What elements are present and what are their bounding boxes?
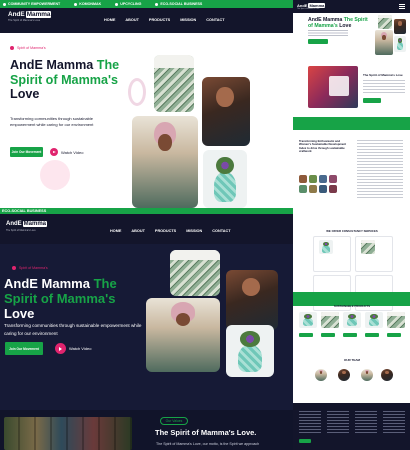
preview-navbar: AndE Mamma The Spirit of Mamma's Love [293,0,410,13]
main-navbar: AndE Mamma The Spirit of Mamma's Love HO… [0,8,293,33]
dark-logo-tagline: The Spirit of Mamma's Love [6,229,36,232]
strip-item: KOMONMAK [79,2,102,6]
preview-transform-title: Transforming Enthusiastic and Women's Su… [299,139,347,154]
mother-child-photo [202,77,250,146]
preview-products-title: SUSTAINABLE PRODUCTS [333,304,371,308]
nav-link-home[interactable]: HOME [104,18,115,22]
nav-link-mission[interactable]: MISSION [186,229,202,233]
hero-title: AndE Mamma The Spirit of Mamma's Love [10,58,120,101]
basket-photo [154,55,194,112]
watch-video-link[interactable]: Watch Video [50,148,83,156]
values-pill: Our Values [160,417,188,425]
team-avatar [381,369,393,381]
nav-link-home[interactable]: HOME [110,229,121,233]
woven-vase-photo [203,150,247,208]
hero-description: Transforming communities through sustain… [10,116,94,128]
nav-link-mission[interactable]: MISSION [180,18,196,22]
eyebrow-text: Spirit of Mamma's [17,46,46,50]
menu-icon[interactable] [399,4,405,9]
preview-hero-text [308,30,348,36]
strip-item: UPCYCLING [120,2,142,6]
screenshot-canvas: COMMUNITY EMPOWERMENT KOMONMAK UPCYCLING… [0,0,410,450]
brand-logo[interactable]: AndE Mamma The Spirit of Mamma's Love [8,11,52,22]
top-info-strip: COMMUNITY EMPOWERMENT KOMONMAK UPCYCLING… [0,0,293,8]
product-thumb[interactable] [343,312,361,328]
preview-basket-photo [378,15,392,29]
dark-basket-photo [170,250,220,296]
preview-logo[interactable]: AndE Mamma The Spirit of Mamma's Love [297,3,326,10]
dark-hero-eyebrow: Spirit of Mamma's [12,266,48,270]
logo-word-boxed: Mamma [25,11,52,18]
dark-mother-child-photo [226,270,278,330]
logo-word: AndE [8,11,25,18]
strip-item: ECO-SOCIAL BUSINESS [160,2,203,6]
values-section-photo [4,417,132,450]
preview-footer [293,403,410,450]
weaver-woman-photo [132,116,198,208]
team-avatar [338,369,350,381]
dark-watch-video-link[interactable]: Watch Video [55,343,91,354]
strip-item: COMMUNITY EMPOWERMENT [8,2,61,6]
decorative-blob [40,160,70,190]
preview-services-title: WE OFFER CONSULTANCY SERVICES [326,229,378,233]
preview-about-title: The Spirit of Mamma's Love [363,73,403,77]
preview-logo-tagline: The Spirit of Mamma's Love [297,8,320,10]
nav-link-products[interactable]: PRODUCTS [155,229,176,233]
team-avatar [361,369,373,381]
nav-link-about[interactable]: ABOUT [131,229,145,233]
preview-stats-band [293,117,410,130]
strip-text: ECO-SOCIAL BUSINESS [2,208,47,213]
product-thumb[interactable] [387,312,405,328]
values-description: The Spirit of Mamma's Love, our motto, i… [156,442,260,446]
hero-eyebrow: Spirit of Mamma's [10,46,46,50]
dark-join-movement-button[interactable]: Join Our Movement [5,342,43,355]
nav-link-contact[interactable]: CONTACT [212,229,230,233]
play-icon[interactable] [55,343,66,354]
dark-brand-logo[interactable]: AndE Mamma The Spirit of Mamma's Love [6,221,48,232]
preview-mother-photo [394,19,406,34]
watch-video-label: Watch Video [61,149,84,155]
values-title: The Spirit of Mamma's Love. [155,428,257,437]
nav-links: HOME ABOUT PRODUCTS MISSION CONTACT [104,18,225,22]
dark-woven-vase-photo [226,325,274,377]
preview-team-title: OUR TEAM [344,358,360,362]
dark-hero-description: Transforming communities through sustain… [4,323,142,336]
dark-weaver-woman-photo [146,298,220,372]
desktop-light-mockup: COMMUNITY EMPOWERMENT KOMONMAK UPCYCLING… [0,0,293,208]
decorative-ring [128,78,146,106]
preview-vase-photo [394,36,406,52]
preview-image-block [329,76,349,96]
preview-cta-button[interactable] [308,39,328,44]
preview-weaver-photo [375,30,393,55]
join-movement-button[interactable]: Join Our Movement [10,147,43,157]
nav-link-contact[interactable]: CONTACT [206,18,224,22]
dark-navbar: AndE Mamma The Spirit of Mamma's Love HO… [0,214,293,244]
product-thumb[interactable] [321,312,339,328]
product-thumb[interactable] [365,312,383,328]
product-thumb[interactable] [299,312,317,328]
play-icon[interactable] [50,148,58,156]
dark-nav-links: HOME ABOUT PRODUCTS MISSION CONTACT [110,229,231,233]
preview-hero-title: AndE Mamma The Spirit of Mamma's Love [308,17,368,29]
nav-link-about[interactable]: ABOUT [125,18,139,22]
full-page-preview: AndE Mamma The Spirit of Mamma's Love An… [293,0,410,450]
nav-link-products[interactable]: PRODUCTS [149,18,170,22]
team-avatar [315,369,327,381]
logo-tagline: The Spirit of Mamma's Love [8,19,41,22]
dark-hero-title: AndE Mamma The Spirit of Mamma's Love [4,276,117,321]
